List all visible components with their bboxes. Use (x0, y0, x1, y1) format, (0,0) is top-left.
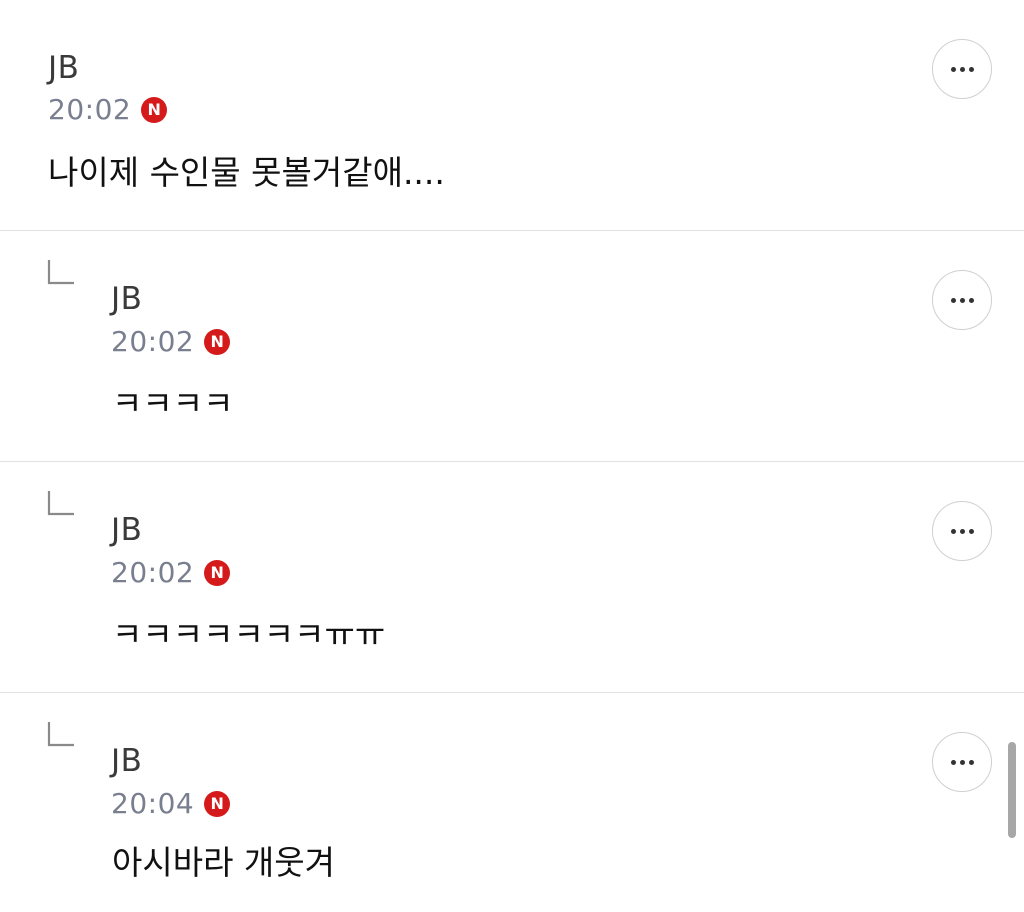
comment-meta: 20:02 N (111, 556, 231, 589)
naver-n-badge-icon: N (204, 791, 231, 817)
comment-text: ㅋㅋㅋㅋㅋㅋㅋㅠㅠ (112, 615, 386, 654)
more-horizontal-icon (950, 759, 974, 765)
more-horizontal-icon (950, 297, 974, 303)
comment-time: 20:04 (111, 787, 195, 820)
comment-author[interactable]: JB (48, 50, 79, 86)
reply-arrow-icon (47, 491, 74, 516)
reply-arrow-icon (47, 722, 74, 747)
badge-letter: N (210, 563, 224, 582)
comment-thread: JB 20:02 N 나이제 수인물 못볼거같애.... JB 20:02 N … (0, 0, 1024, 912)
comment-text: ㅋㅋㅋㅋ (112, 384, 234, 423)
comment-meta: 20:04 N (111, 787, 231, 820)
comment: JB 20:02 N 나이제 수인물 못볼거같애.... (0, 0, 1024, 231)
more-options-button[interactable] (932, 270, 992, 330)
comment-author[interactable]: JB (111, 281, 142, 317)
comment-author[interactable]: JB (111, 743, 142, 779)
naver-n-badge-icon: N (141, 97, 168, 123)
reply-comment: JB 20:02 N ㅋㅋㅋㅋㅋㅋㅋㅠㅠ (0, 462, 1024, 693)
comment-text: 나이제 수인물 못볼거같애.... (48, 153, 445, 192)
comment-time: 20:02 (111, 325, 195, 358)
comment-author[interactable]: JB (111, 512, 142, 548)
comment-time: 20:02 (111, 556, 195, 589)
naver-n-badge-icon: N (204, 329, 231, 355)
comment-meta: 20:02 N (48, 93, 168, 126)
badge-letter: N (210, 794, 224, 813)
more-horizontal-icon (950, 528, 974, 534)
more-options-button[interactable] (932, 501, 992, 561)
more-options-button[interactable] (932, 39, 992, 99)
comment-meta: 20:02 N (111, 325, 231, 358)
comment-text: 아시바라 개웃겨 (112, 843, 336, 882)
badge-letter: N (147, 100, 161, 119)
reply-comment: JB 20:02 N ㅋㅋㅋㅋ (0, 231, 1024, 462)
reply-arrow-icon (47, 260, 74, 285)
more-horizontal-icon (950, 66, 974, 72)
scrollbar[interactable] (1008, 742, 1016, 838)
naver-n-badge-icon: N (204, 560, 231, 586)
comment-time: 20:02 (48, 93, 132, 126)
more-options-button[interactable] (932, 732, 992, 792)
reply-comment: JB 20:04 N 아시바라 개웃겨 (0, 693, 1024, 912)
badge-letter: N (210, 332, 224, 351)
